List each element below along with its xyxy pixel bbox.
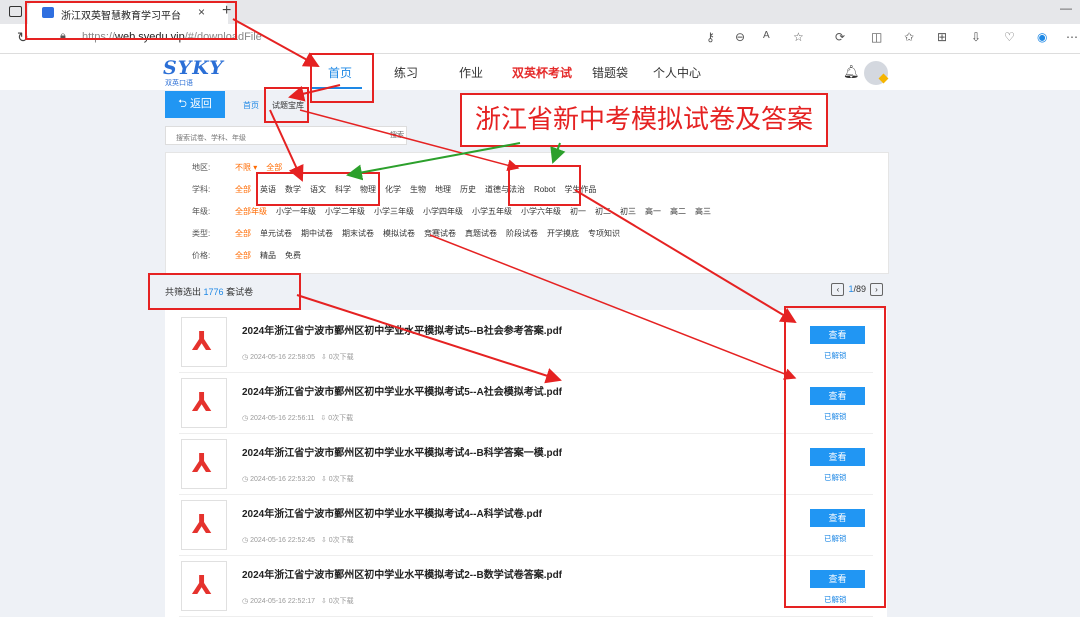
arrow-crumb-to-morality (299, 109, 520, 172)
arrow-crumb-to-subjects (269, 109, 304, 182)
arrow-caption-to-subjects (346, 142, 521, 181)
arrow-home-to-crumb (288, 84, 341, 102)
arrow-morality-to-buttons (574, 189, 797, 324)
arrow-count-to-file (296, 294, 562, 384)
annotation-arrows (232, 18, 797, 384)
arrow-caption-to-morality (550, 142, 566, 164)
arrow-tab-to-home (232, 18, 320, 67)
